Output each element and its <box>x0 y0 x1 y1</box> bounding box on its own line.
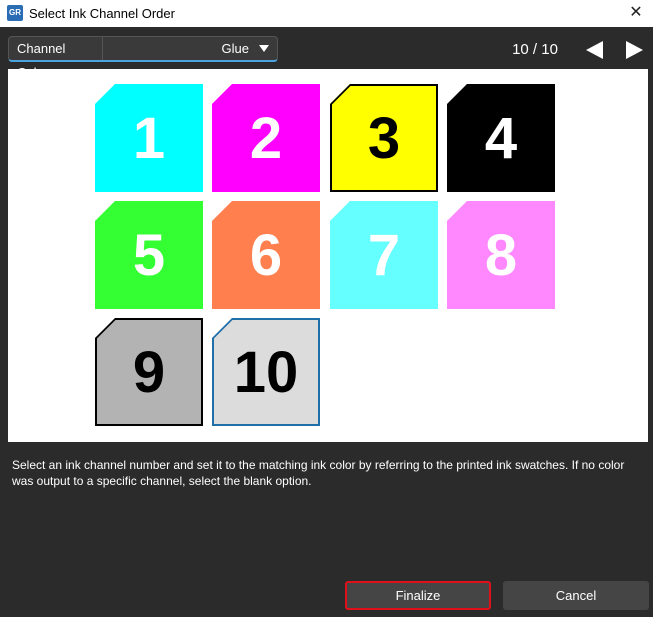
previous-arrow-icon[interactable] <box>585 40 605 60</box>
ink-swatch-panel: 1 2 3 4 5 6 7 8 9 10 <box>8 69 648 442</box>
ink-swatch-8[interactable]: 8 <box>447 201 555 309</box>
channel-color-value: Glue <box>221 41 249 56</box>
channel-color-label: Channel Color: <box>9 37 103 80</box>
page-indicator: 10 / 10 <box>512 41 558 58</box>
ink-swatch-2[interactable]: 2 <box>212 84 320 192</box>
ink-swatch-4[interactable]: 4 <box>447 84 555 192</box>
next-arrow-icon[interactable] <box>624 40 644 60</box>
app-logo-icon: GR <box>7 5 23 21</box>
swatch-number: 4 <box>484 105 518 171</box>
swatch-number: 6 <box>249 222 283 288</box>
swatch-number: 5 <box>132 222 166 288</box>
ink-swatch-1[interactable]: 1 <box>95 84 203 192</box>
ink-swatch-6[interactable]: 6 <box>212 201 320 309</box>
swatch-number: 8 <box>484 222 518 288</box>
cancel-button[interactable]: Cancel <box>503 581 649 610</box>
window-title: Select Ink Channel Order <box>29 6 175 21</box>
ink-swatch-3[interactable]: 3 <box>330 84 438 192</box>
swatch-number: 10 <box>233 339 299 405</box>
ink-swatch-9[interactable]: 9 <box>95 318 203 426</box>
dialog-window: GR Select Ink Channel Order ✕ Channel Co… <box>0 0 653 617</box>
finalize-button[interactable]: Finalize <box>345 581 491 610</box>
ink-swatch-7[interactable]: 7 <box>330 201 438 309</box>
ink-swatch-5[interactable]: 5 <box>95 201 203 309</box>
close-icon[interactable]: ✕ <box>625 3 647 25</box>
swatch-number: 1 <box>132 105 166 171</box>
swatch-number: 7 <box>367 222 401 288</box>
channel-color-dropdown[interactable]: Channel Color: Glue <box>8 36 278 80</box>
title-bar: GR Select Ink Channel Order ✕ <box>0 0 653 27</box>
swatch-number: 3 <box>367 105 401 171</box>
chevron-down-icon <box>259 45 269 52</box>
swatch-number: 2 <box>249 105 283 171</box>
ink-swatch-10[interactable]: 10 <box>212 318 320 426</box>
instruction-text: Select an ink channel number and set it … <box>12 458 625 488</box>
swatch-number: 9 <box>132 339 166 405</box>
